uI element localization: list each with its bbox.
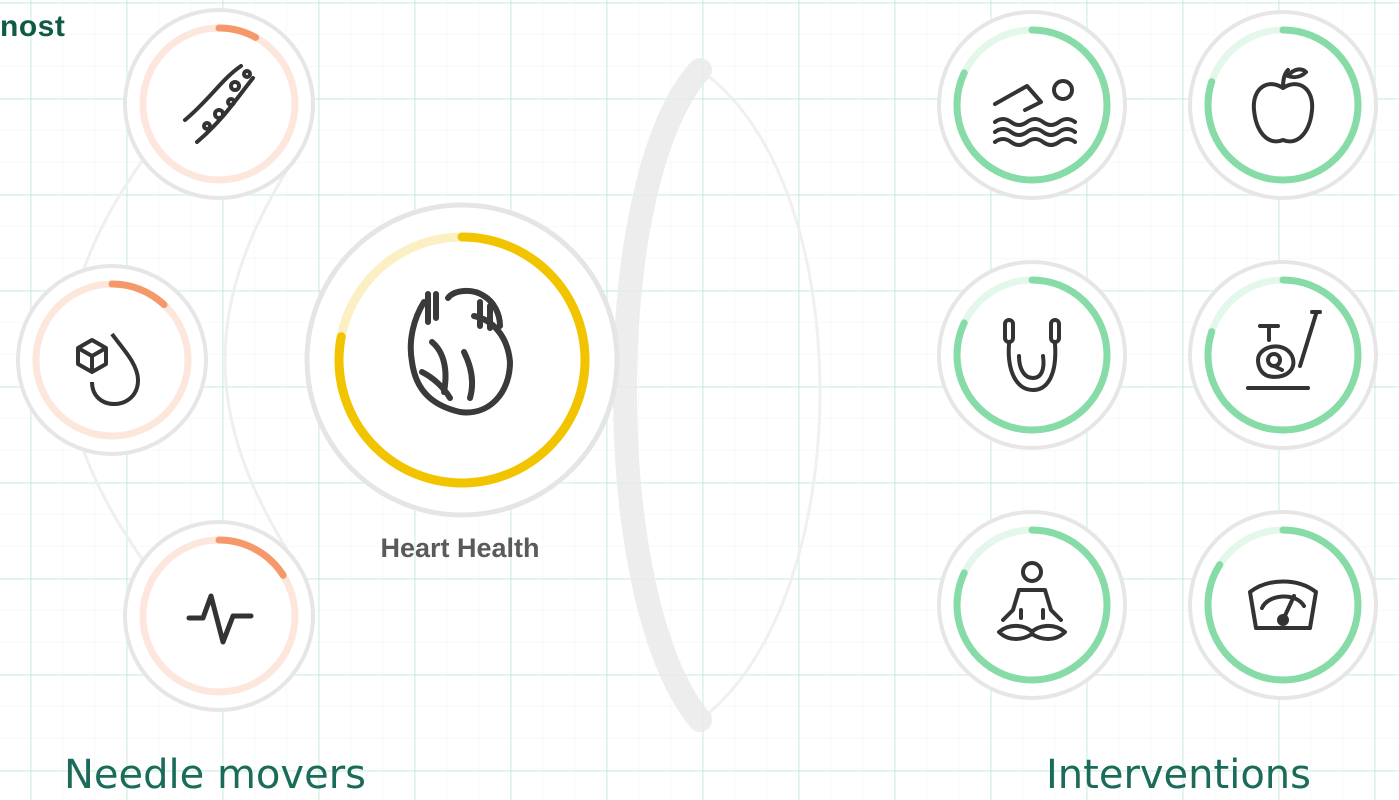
intervention-weight[interactable] xyxy=(1188,510,1378,700)
heart-health-node[interactable] xyxy=(304,202,620,518)
needle-mover-artery[interactable] xyxy=(123,8,315,200)
heart-health-label: Heart Health xyxy=(380,533,540,563)
needle-mover-blood-sugar[interactable] xyxy=(16,264,208,456)
needle-movers-caption: Needle movers xyxy=(64,752,366,798)
needle-mover-heart-rate[interactable] xyxy=(123,520,315,712)
cropped-heading-text: nost xyxy=(0,10,66,43)
intervention-cycling[interactable] xyxy=(1188,260,1378,450)
intervention-nutrition[interactable] xyxy=(1188,10,1378,200)
intervention-jump-rope[interactable] xyxy=(937,260,1127,450)
intervention-swimming[interactable] xyxy=(937,10,1127,200)
interventions-caption: Interventions xyxy=(1046,752,1311,798)
intervention-meditation[interactable] xyxy=(937,510,1127,700)
